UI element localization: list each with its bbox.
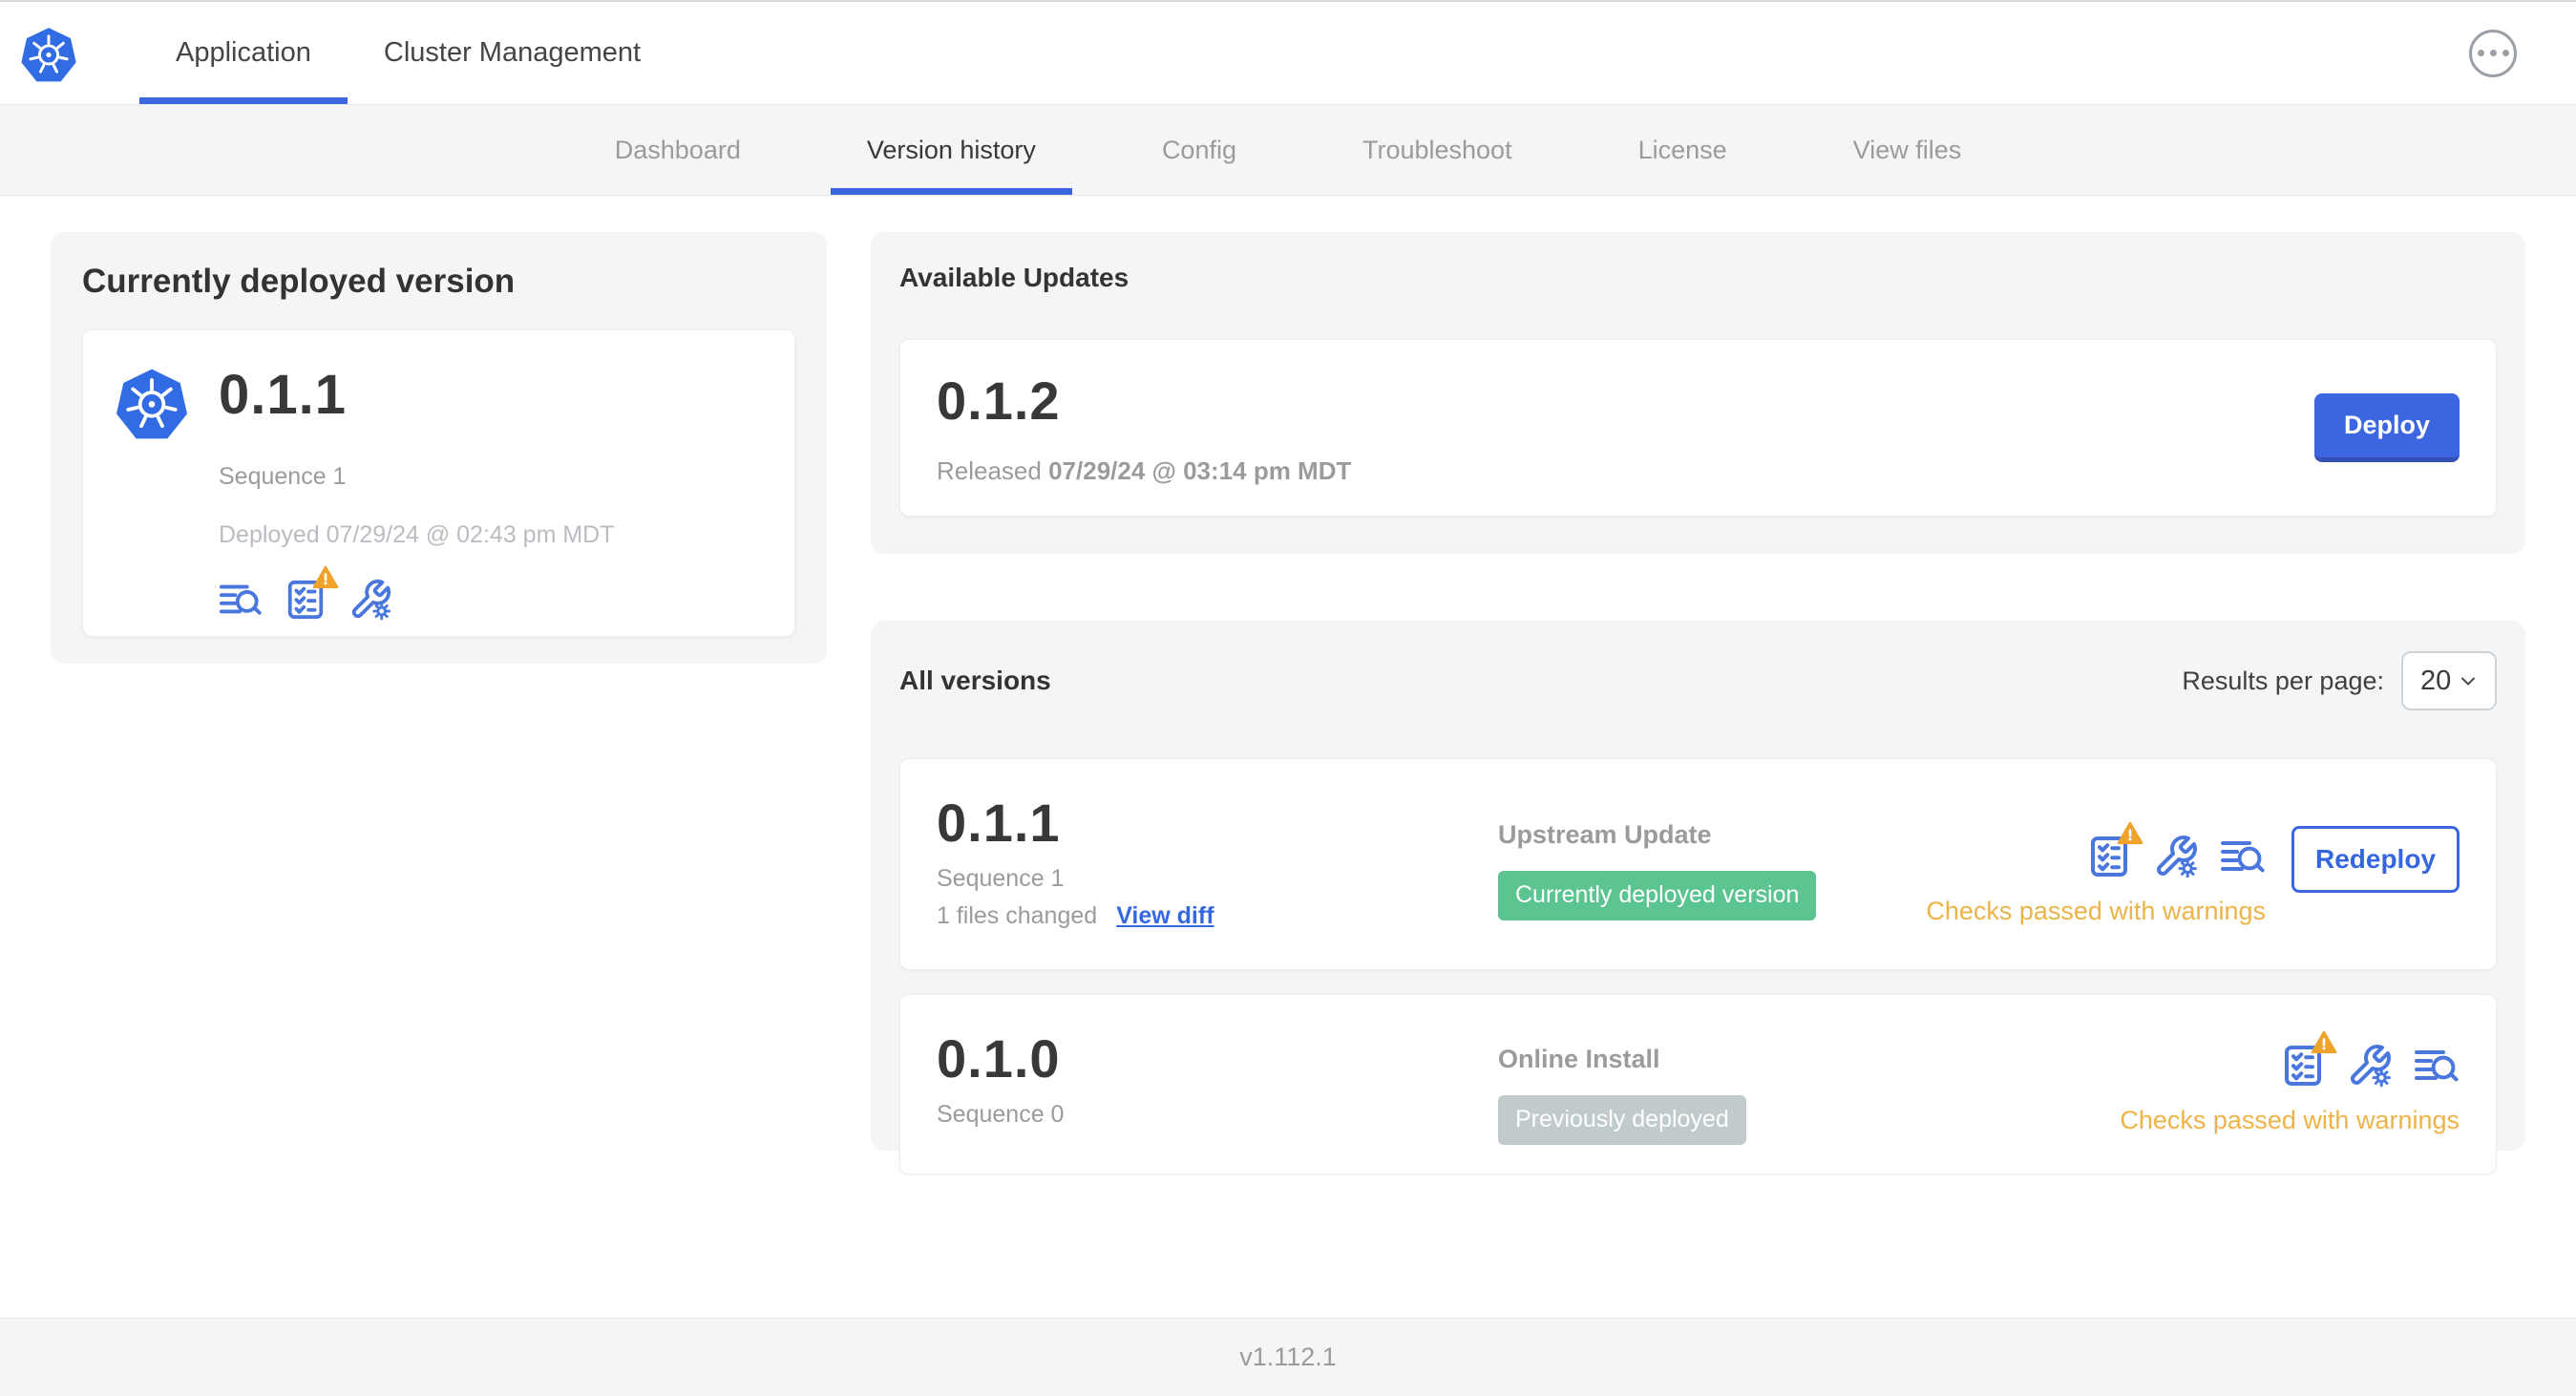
- currently-deployed-title: Currently deployed version: [82, 263, 516, 300]
- tab-license-label: License: [1637, 135, 1727, 164]
- version-info: 0.1.1 Sequence 1 1 files changed View di…: [937, 792, 1498, 941]
- deployed-timestamp: Deployed 07/29/24 @ 02:43 pm MDT: [219, 521, 615, 548]
- currently-deployed-card: 0.1.1 Sequence 1 Deployed 07/29/24 @ 02:…: [82, 329, 795, 637]
- tab-version-history[interactable]: Version history: [804, 105, 1099, 195]
- all-versions-panel: All versions Results per page: 20 0.1.1: [871, 621, 2525, 1174]
- status-badge: Previously deployed: [1498, 1095, 1746, 1145]
- left-column: Currently deployed version 0.1.1 Sequenc…: [51, 232, 827, 1318]
- deployed-sequence: Sequence 1: [219, 463, 347, 490]
- kubernetes-logo: [19, 26, 78, 85]
- tab-dashboard-label: Dashboard: [614, 135, 741, 164]
- edit-config-icon[interactable]: [2153, 834, 2199, 879]
- version-number: 0.1.0: [937, 1028, 1061, 1089]
- warning-triangle-icon: [311, 564, 340, 591]
- checks-block: Checks passed with warnings: [2120, 1030, 2460, 1135]
- right-column: Available Updates 0.1.2 Released 07/29/2…: [871, 232, 2525, 1318]
- view-logs-icon[interactable]: [2414, 1043, 2460, 1089]
- checks-status: Checks passed with warnings: [1926, 897, 2266, 925]
- warning-triangle-icon: [2116, 820, 2144, 847]
- tab-application[interactable]: Application: [139, 2, 348, 104]
- tab-version-history-label: Version history: [866, 135, 1036, 164]
- files-changed-row: 1 files changed View diff: [937, 902, 1498, 930]
- tab-cluster-management[interactable]: Cluster Management: [348, 2, 677, 104]
- footer: v1.112.1: [0, 1318, 2576, 1396]
- results-per-page: Results per page: 20: [2182, 651, 2497, 710]
- results-per-page-label: Results per page:: [2182, 666, 2384, 695]
- view-diff-link[interactable]: View diff: [1116, 902, 1214, 930]
- tab-config[interactable]: Config: [1099, 105, 1299, 195]
- version-actions: Checks passed with warnings Redeploy: [1926, 792, 2460, 941]
- warning-triangle-icon: [2310, 1029, 2338, 1056]
- tab-cluster-management-label: Cluster Management: [383, 37, 642, 68]
- top-nav-tabs: Application Cluster Management: [139, 2, 677, 104]
- tab-troubleshoot[interactable]: Troubleshoot: [1299, 105, 1575, 195]
- app-sub-nav: Dashboard Version history Config Trouble…: [0, 105, 2576, 196]
- files-changed-label: 1 files changed: [937, 902, 1098, 929]
- view-logs-icon[interactable]: [219, 578, 263, 622]
- console-version: v1.112.1: [1239, 1343, 1337, 1371]
- version-number: 0.1.1: [937, 793, 1061, 853]
- checks-block: Checks passed with warnings: [1926, 821, 2266, 926]
- deployed-version-info: 0.1.1 Sequence 1 Deployed 07/29/24 @ 02:…: [219, 363, 615, 621]
- released-date: 07/29/24 @ 03:14 pm MDT: [1048, 456, 1352, 485]
- preflight-checks-icon[interactable]: [2086, 821, 2143, 879]
- version-row: 0.1.0 Sequence 0 Online Install Previous…: [899, 994, 2497, 1174]
- version-list: 0.1.1 Sequence 1 1 files changed View di…: [899, 758, 2497, 1174]
- source-label: Online Install: [1498, 1045, 1660, 1073]
- checks-status: Checks passed with warnings: [2120, 1106, 2460, 1134]
- update-info: 0.1.2 Released 07/29/24 @ 03:14 pm MDT: [937, 370, 1351, 486]
- deployed-actions: [219, 565, 615, 622]
- chevron-down-icon: [2461, 677, 2475, 686]
- edit-config-icon[interactable]: [348, 578, 392, 622]
- source-label: Upstream Update: [1498, 820, 1712, 849]
- tab-troubleshoot-label: Troubleshoot: [1362, 135, 1512, 164]
- version-source: Online Install Previously deployed: [1498, 1027, 2120, 1145]
- more-menu-button[interactable]: [2469, 29, 2517, 77]
- edit-config-icon[interactable]: [2347, 1043, 2393, 1089]
- tab-view-files[interactable]: View files: [1790, 105, 2025, 195]
- version-action-icons: [2086, 821, 2266, 879]
- version-actions: Checks passed with warnings: [2120, 1027, 2460, 1145]
- ellipsis-icon: [2477, 50, 2484, 56]
- released-prefix: Released: [937, 456, 1042, 485]
- version-sequence: Sequence 0: [937, 1101, 1065, 1128]
- view-logs-icon[interactable]: [2220, 834, 2266, 879]
- version-info: 0.1.0 Sequence 0: [937, 1027, 1498, 1145]
- tab-application-label: Application: [176, 37, 311, 68]
- tab-dashboard[interactable]: Dashboard: [552, 105, 804, 195]
- tab-config-label: Config: [1161, 135, 1236, 164]
- preflight-checks-icon[interactable]: [284, 565, 339, 622]
- results-per-page-value: 20: [2420, 665, 2452, 696]
- version-row: 0.1.1 Sequence 1 1 files changed View di…: [899, 758, 2497, 970]
- available-update-card: 0.1.2 Released 07/29/24 @ 03:14 pm MDT D…: [899, 339, 2497, 517]
- kubernetes-logo: [114, 367, 190, 443]
- version-sequence: Sequence 1: [937, 865, 1065, 892]
- update-version-number: 0.1.2: [937, 370, 1061, 431]
- deployed-version-number: 0.1.1: [219, 364, 347, 426]
- available-updates-title: Available Updates: [899, 263, 1130, 292]
- update-released-line: Released 07/29/24 @ 03:14 pm MDT: [937, 456, 1351, 486]
- tab-view-files-label: View files: [1852, 135, 1962, 164]
- deploy-button[interactable]: Deploy: [2314, 393, 2460, 462]
- version-source: Upstream Update Currently deployed versi…: [1498, 792, 1926, 941]
- all-versions-title: All versions: [899, 666, 1051, 695]
- all-versions-header: All versions Results per page: 20: [899, 651, 2497, 710]
- available-updates-panel: Available Updates 0.1.2 Released 07/29/2…: [871, 232, 2525, 554]
- version-action-icons: [2280, 1030, 2460, 1089]
- currently-deployed-panel: Currently deployed version 0.1.1 Sequenc…: [51, 232, 827, 664]
- main-content: Currently deployed version 0.1.1 Sequenc…: [0, 196, 2576, 1318]
- tab-license[interactable]: License: [1575, 105, 1790, 195]
- redeploy-button[interactable]: Redeploy: [2291, 826, 2460, 893]
- top-nav: Application Cluster Management: [0, 2, 2576, 105]
- results-per-page-select[interactable]: 20: [2401, 651, 2497, 710]
- preflight-checks-icon[interactable]: [2280, 1030, 2337, 1089]
- status-badge: Currently deployed version: [1498, 871, 1817, 920]
